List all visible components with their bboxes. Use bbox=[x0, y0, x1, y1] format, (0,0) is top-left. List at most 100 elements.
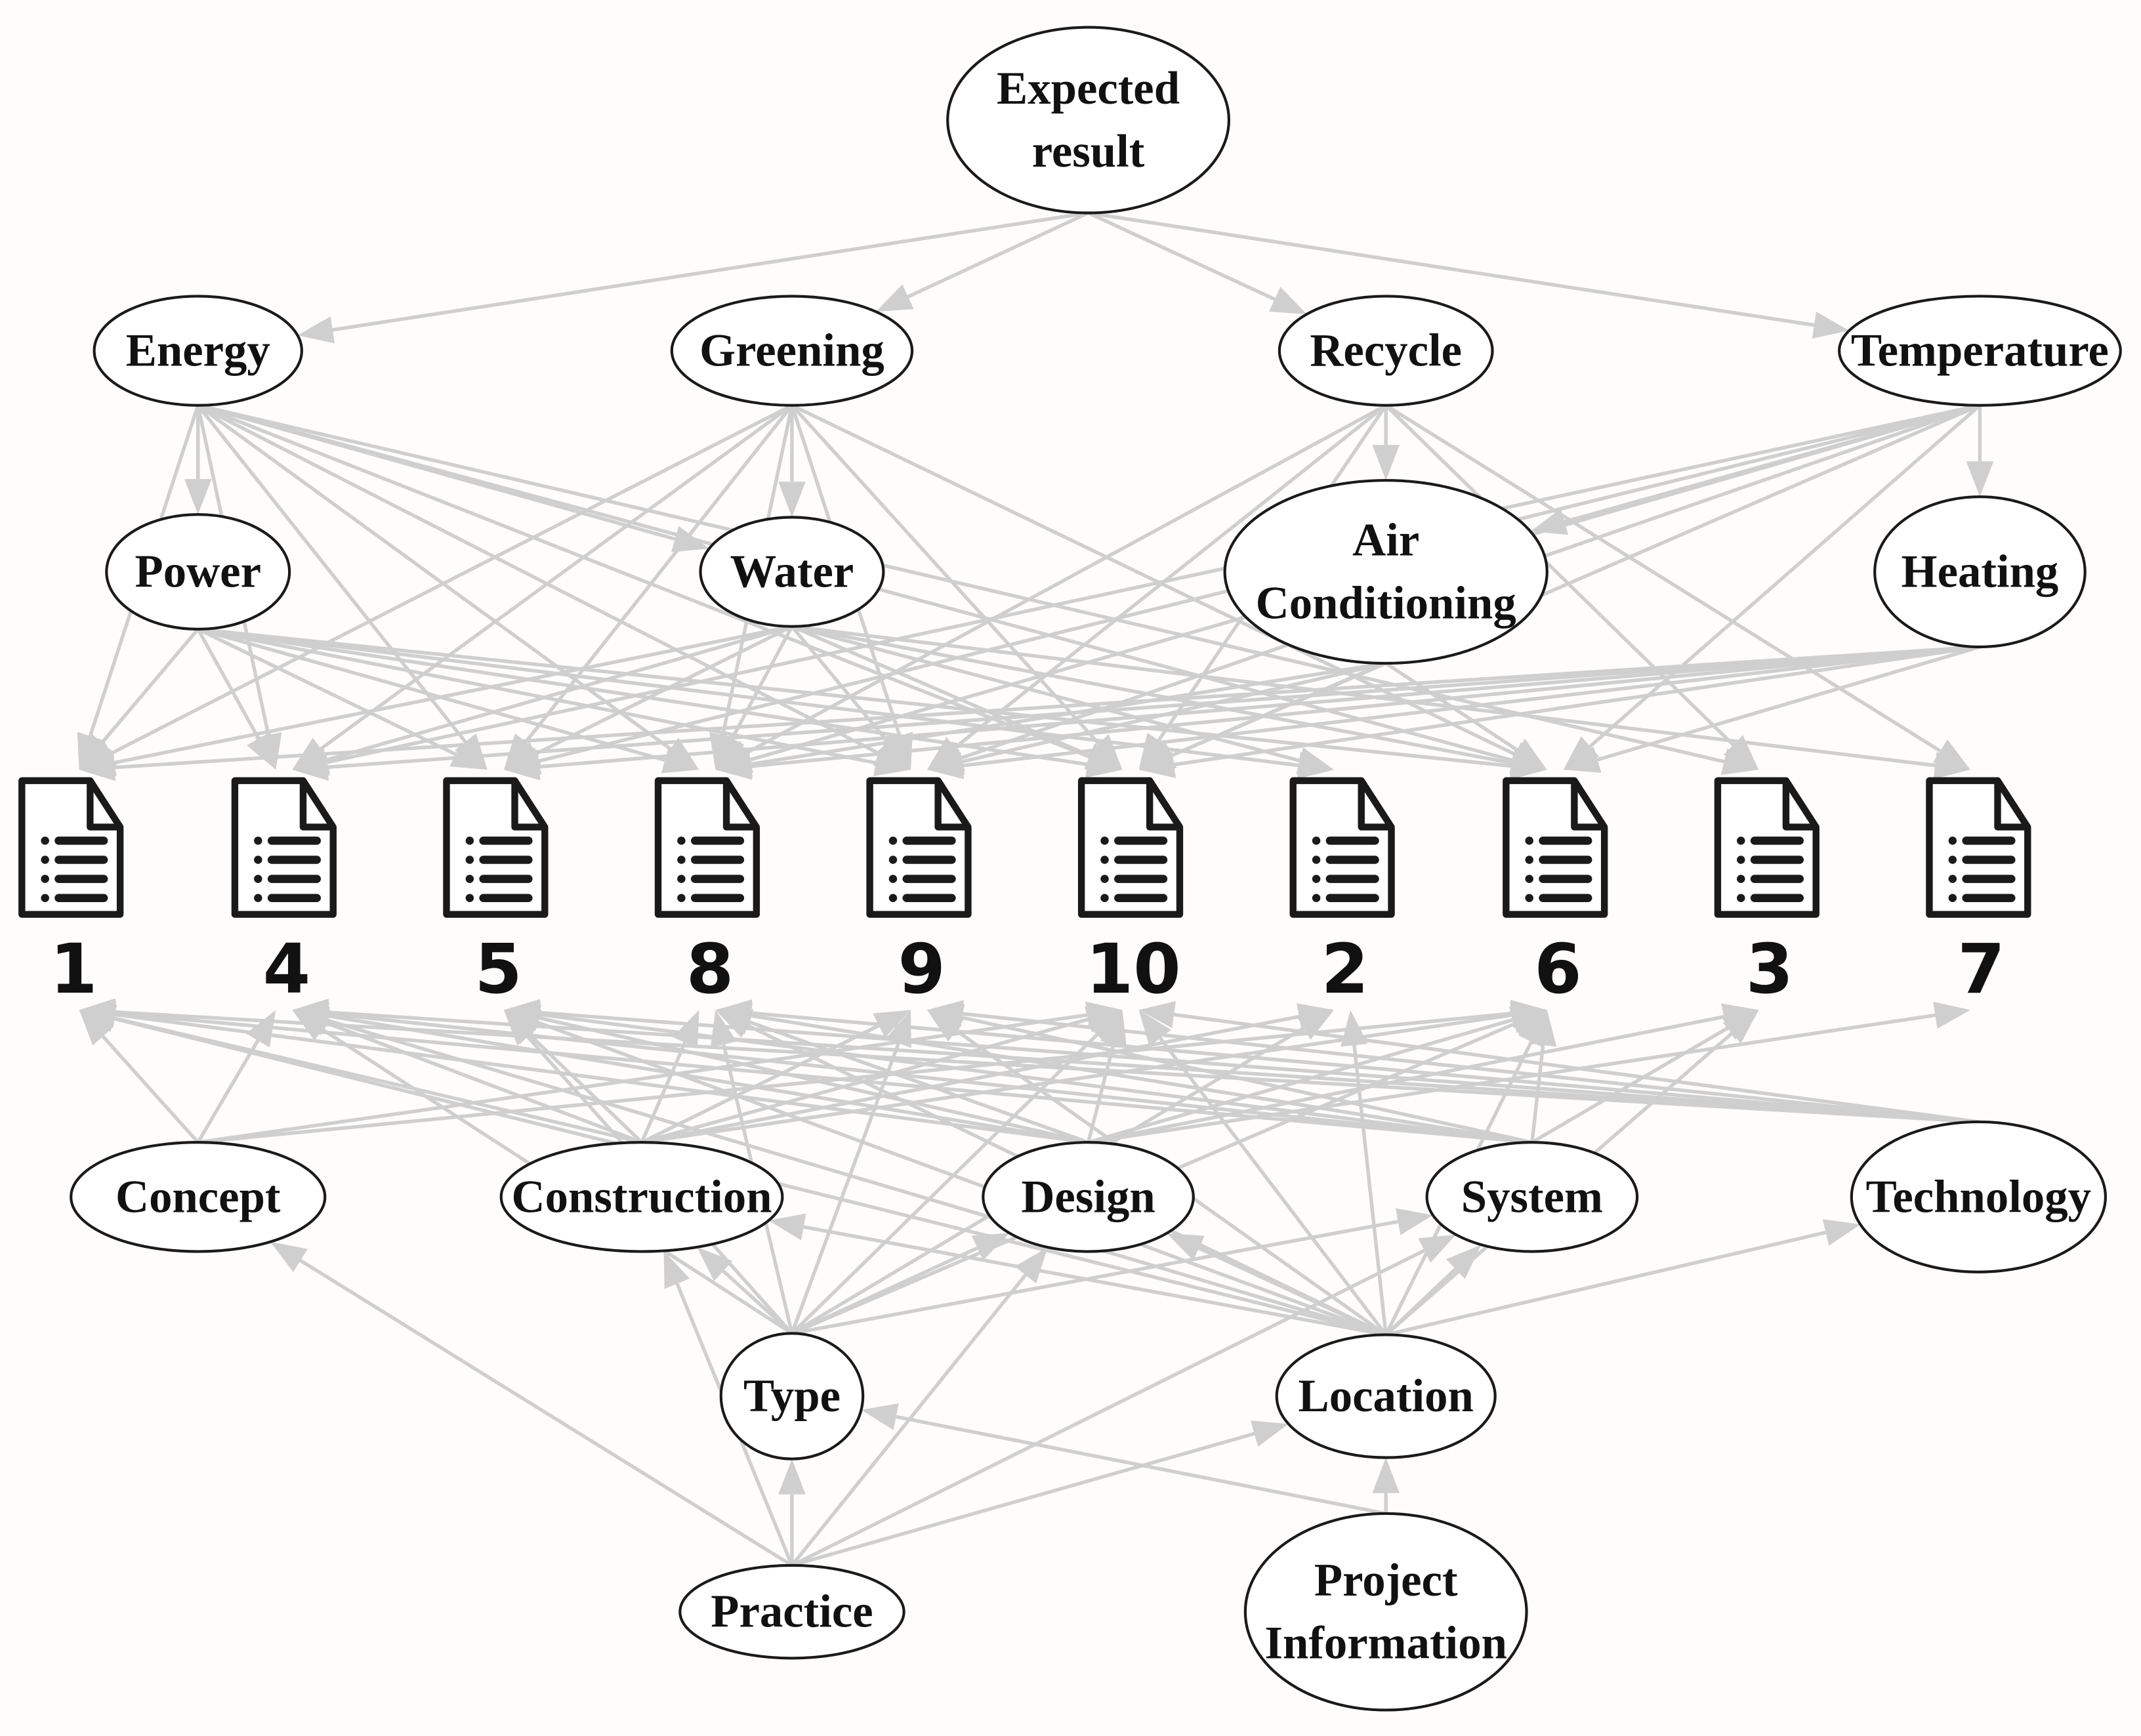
document-list-icon bbox=[1077, 777, 1184, 918]
document-number-label: 7 bbox=[1957, 929, 2005, 1009]
arrowhead-icon bbox=[1822, 1219, 1861, 1246]
document-list-icon bbox=[1503, 777, 1608, 918]
edge-type-to-construction bbox=[697, 1247, 793, 1335]
node-ellipse bbox=[946, 26, 1230, 215]
node-energy[interactable]: Energy bbox=[93, 295, 303, 407]
document-10[interactable]: 10 bbox=[1077, 777, 1184, 1009]
document-number-label: 6 bbox=[1534, 929, 1581, 1009]
edge-line bbox=[1352, 1044, 1388, 1335]
edge-line bbox=[1385, 1230, 1827, 1337]
document-list-icon bbox=[18, 777, 124, 918]
node-power[interactable]: Power bbox=[105, 513, 291, 631]
node-technology[interactable]: Technology bbox=[1850, 1120, 2107, 1273]
document-number-label: 3 bbox=[1746, 929, 1793, 1009]
node-recycle[interactable]: Recycle bbox=[1278, 295, 1494, 407]
edge-temperature-to-heating bbox=[1966, 405, 1994, 497]
document-number-label: 9 bbox=[898, 929, 945, 1009]
node-label: Conditioning bbox=[1256, 577, 1516, 629]
edges-layer bbox=[77, 211, 1994, 1567]
node-projinfo[interactable]: Project Information bbox=[1243, 1512, 1528, 1712]
edge-practice-to-type bbox=[778, 1458, 806, 1565]
arrowhead-icon bbox=[861, 1403, 899, 1430]
document-4[interactable]: 4 bbox=[231, 777, 337, 1009]
node-practice[interactable]: Practice bbox=[678, 1563, 905, 1660]
node-label: Construction bbox=[512, 1171, 772, 1222]
node-design[interactable]: Design bbox=[982, 1141, 1195, 1253]
node-label: Location bbox=[1299, 1371, 1474, 1422]
edge-line bbox=[114, 1010, 1979, 1124]
node-label: Water bbox=[730, 547, 854, 598]
node-label: Energy bbox=[126, 325, 270, 377]
arrowhead-icon bbox=[672, 1010, 699, 1048]
node-location[interactable]: Location bbox=[1275, 1333, 1497, 1459]
arrowhead-icon bbox=[663, 1250, 690, 1289]
arrowhead-icon bbox=[778, 1458, 806, 1495]
node-expected[interactable]: Expected result bbox=[946, 26, 1230, 215]
edge-line bbox=[101, 1035, 199, 1144]
node-label: Type bbox=[743, 1371, 841, 1422]
node-label: Technology bbox=[1866, 1171, 2091, 1222]
node-aircon[interactable]: Air Conditioning bbox=[1223, 479, 1549, 665]
edge-practice-to-concept bbox=[270, 1241, 793, 1567]
edge-line bbox=[640, 1041, 687, 1144]
node-heating[interactable]: Heating bbox=[1873, 495, 2087, 649]
arrowhead-icon bbox=[270, 1241, 308, 1272]
document-7[interactable]: 7 bbox=[1926, 777, 2031, 1009]
arrowhead-icon bbox=[778, 482, 806, 518]
node-label: Expected bbox=[997, 63, 1180, 114]
node-label: System bbox=[1461, 1171, 1603, 1222]
document-2[interactable]: 2 bbox=[1289, 777, 1395, 1009]
edge-power-to-d4 bbox=[196, 628, 276, 770]
edge-greening-to-water bbox=[778, 405, 806, 518]
node-label: Power bbox=[135, 547, 260, 598]
document-number-label: 10 bbox=[1086, 929, 1181, 1009]
document-list-icon bbox=[1926, 777, 2031, 918]
node-label: Air bbox=[1352, 515, 1419, 566]
documents-layer: 1 4 5 8 9 10 2 6 3 7 bbox=[18, 777, 2031, 1009]
node-type[interactable]: Type bbox=[719, 1332, 865, 1460]
node-temperature[interactable]: Temperature bbox=[1838, 295, 2122, 407]
document-8[interactable]: 8 bbox=[654, 777, 760, 1009]
arrowhead-icon bbox=[875, 284, 914, 312]
node-construction[interactable]: Construction bbox=[499, 1141, 784, 1253]
document-3[interactable]: 3 bbox=[1714, 777, 1819, 1009]
edge-projinfo-to-location bbox=[1372, 1457, 1400, 1514]
edge-energy-to-power bbox=[184, 405, 212, 515]
node-label: Project bbox=[1314, 1555, 1458, 1606]
arrowhead-icon bbox=[1966, 461, 1994, 497]
document-list-icon bbox=[866, 777, 972, 918]
arrowhead-icon bbox=[768, 1213, 806, 1241]
arrowhead-icon bbox=[1014, 1247, 1048, 1284]
node-system[interactable]: System bbox=[1425, 1141, 1639, 1253]
node-ellipse bbox=[1223, 479, 1549, 665]
edge-location-to-design bbox=[1167, 1233, 1387, 1336]
node-water[interactable]: Water bbox=[699, 516, 885, 628]
edge-line bbox=[299, 1258, 793, 1567]
edge-line bbox=[197, 627, 877, 765]
edge-line bbox=[791, 1432, 1255, 1567]
edge-line bbox=[325, 1018, 1386, 1337]
document-list-icon bbox=[231, 777, 337, 918]
node-label: Concept bbox=[115, 1171, 281, 1222]
node-label: result bbox=[1032, 126, 1145, 177]
node-greening[interactable]: Greening bbox=[670, 295, 914, 407]
document-5[interactable]: 5 bbox=[443, 777, 549, 1009]
document-number-label: 4 bbox=[263, 929, 310, 1009]
knowledge-graph-diagram: Expected result Energy Greening Recycle Tempe… bbox=[18, 26, 2122, 1712]
document-6[interactable]: 6 bbox=[1503, 777, 1608, 1009]
node-label: Information bbox=[1264, 1618, 1507, 1669]
document-number-label: 8 bbox=[686, 929, 734, 1009]
document-number-label: 5 bbox=[474, 929, 522, 1009]
node-label: Temperature bbox=[1851, 325, 2109, 377]
node-label: Practice bbox=[711, 1586, 873, 1638]
edge-line bbox=[1198, 1246, 1387, 1336]
node-label: Recycle bbox=[1310, 325, 1462, 377]
document-9[interactable]: 9 bbox=[866, 777, 972, 1009]
document-list-icon bbox=[443, 777, 549, 918]
edge-line bbox=[1159, 1037, 1388, 1336]
edge-line bbox=[100, 628, 199, 744]
document-1[interactable]: 1 bbox=[18, 777, 124, 1009]
node-concept[interactable]: Concept bbox=[70, 1141, 327, 1253]
arrowhead-icon bbox=[1395, 1208, 1433, 1235]
node-ellipse bbox=[1243, 1512, 1528, 1712]
